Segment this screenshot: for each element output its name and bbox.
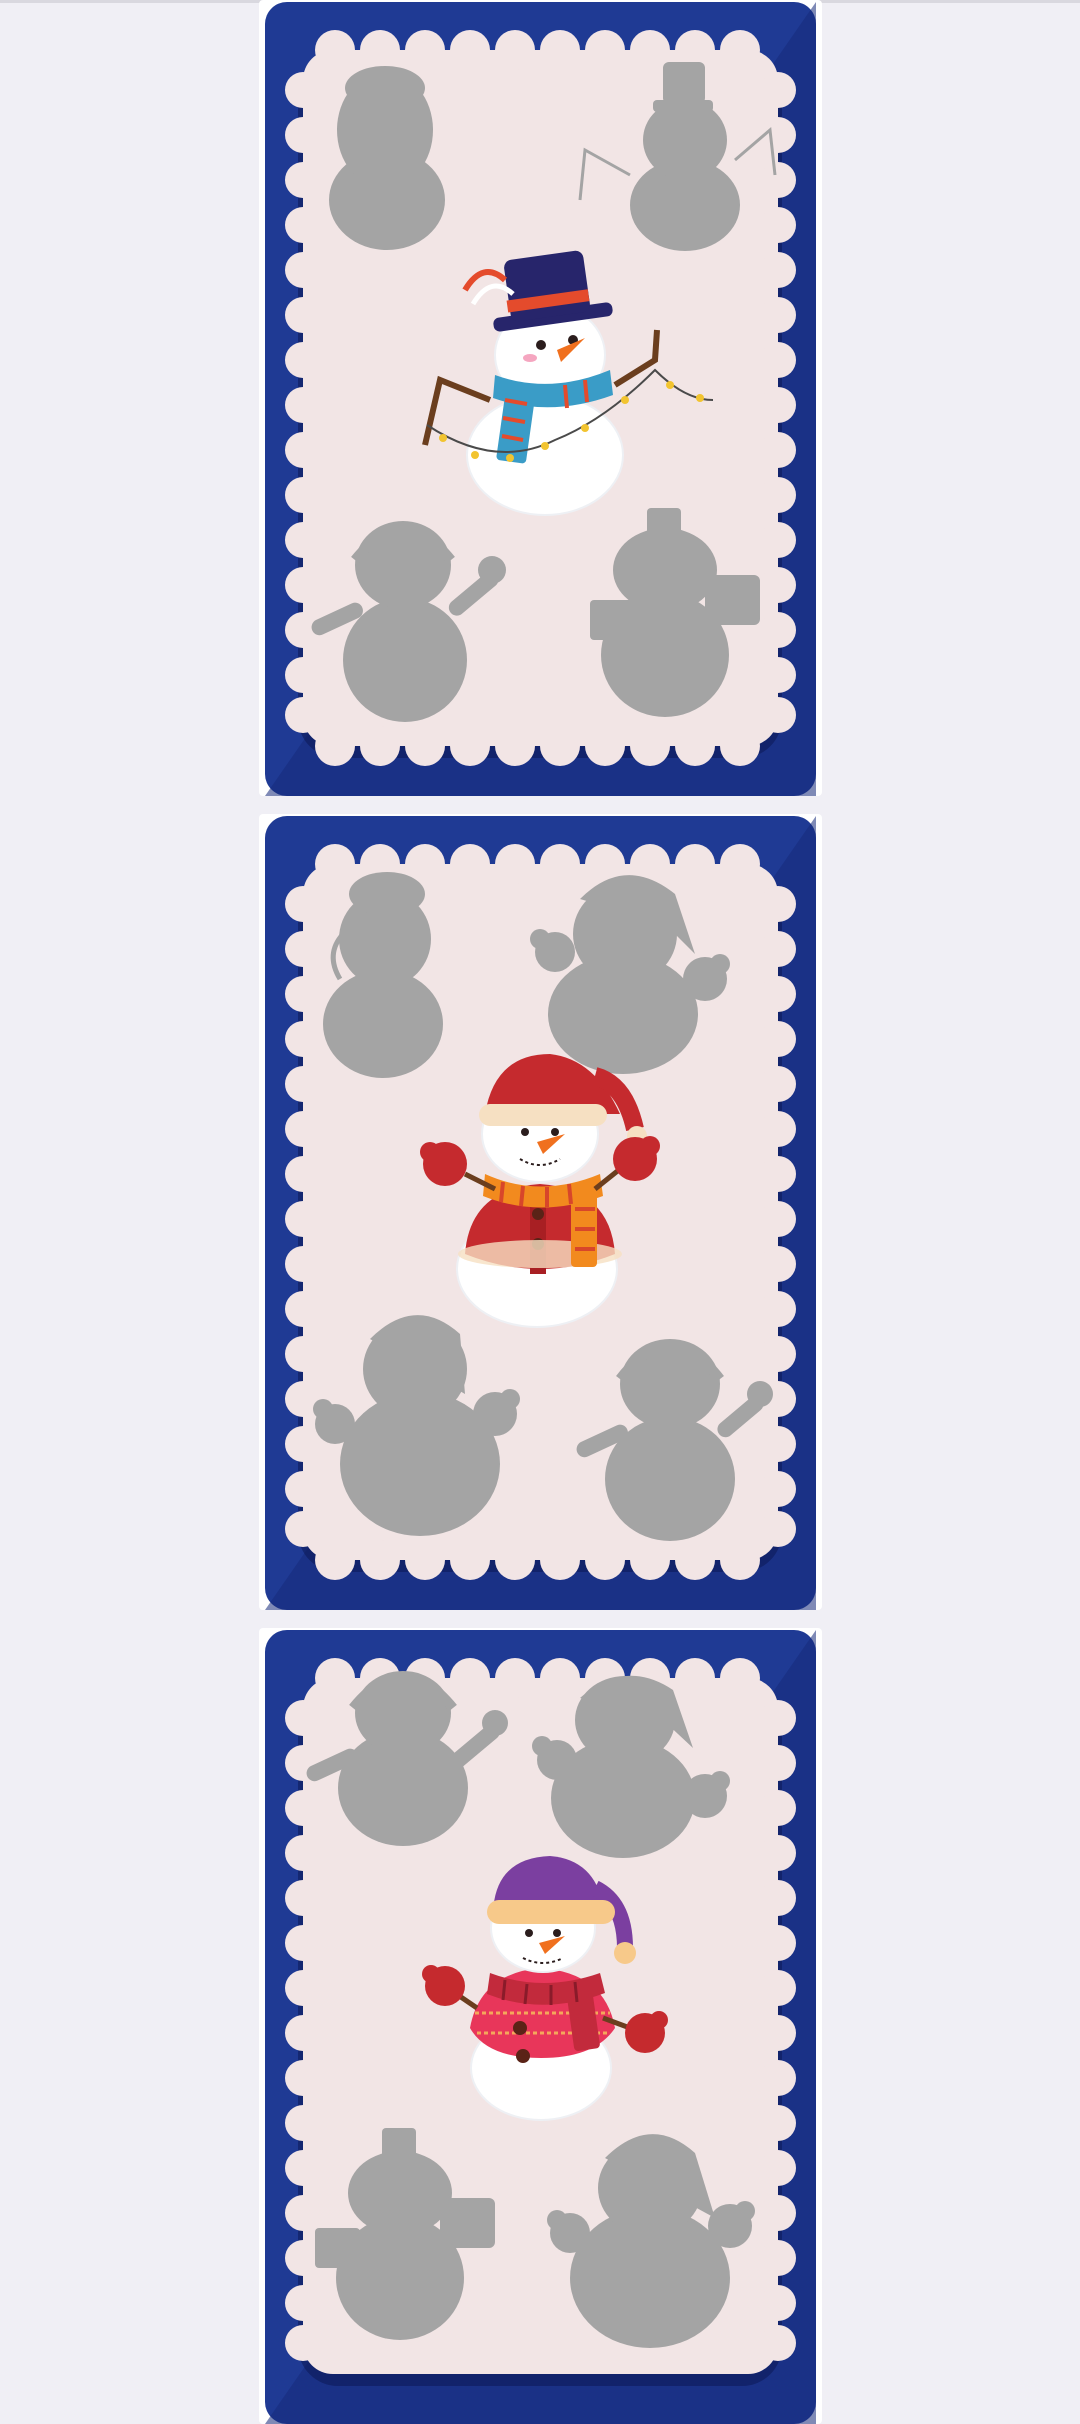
puzzle-card-2[interactable] bbox=[259, 814, 822, 1610]
shadow-matching-puzzle-3 bbox=[265, 1630, 816, 2424]
shadow-matching-puzzle-2 bbox=[265, 816, 816, 1610]
puzzle-card-3[interactable] bbox=[259, 1628, 822, 2424]
image-feed[interactable] bbox=[0, 0, 1080, 2424]
shadow-matching-puzzle-1 bbox=[265, 2, 816, 796]
puzzle-card-1[interactable] bbox=[259, 0, 822, 796]
